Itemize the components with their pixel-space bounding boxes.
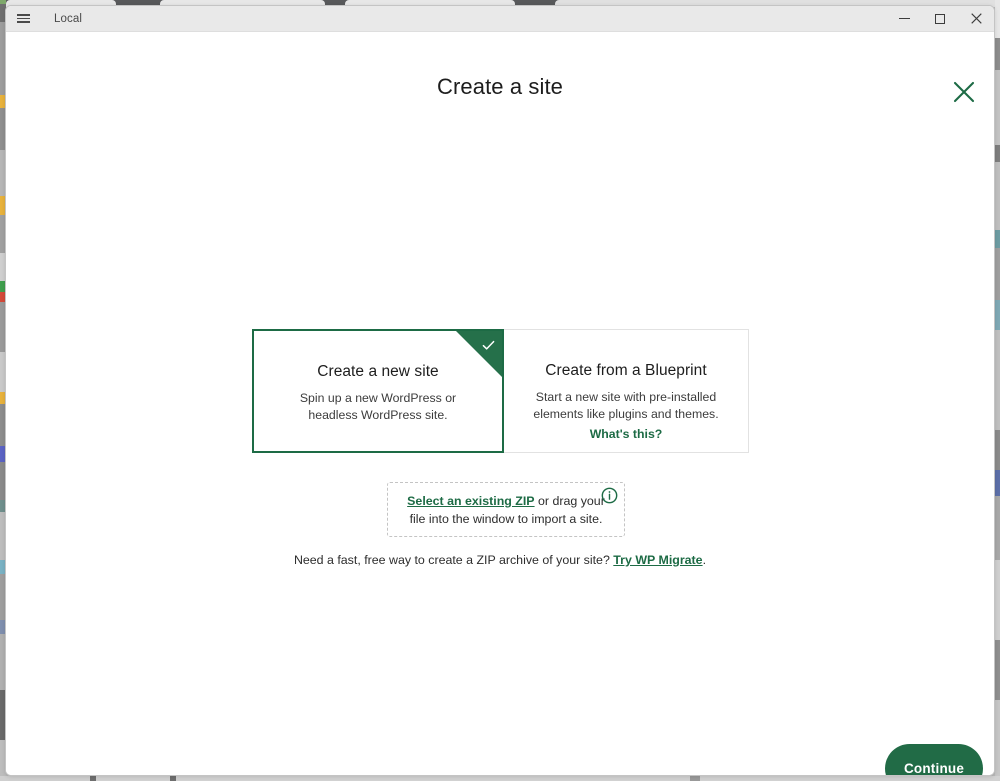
- option-card-description: Start a new site with pre-installed elem…: [533, 390, 719, 421]
- maximize-button[interactable]: [922, 6, 958, 31]
- option-card-description: Spin up a new WordPress or headless Word…: [299, 391, 457, 422]
- zip-dropzone-text: Select an existing ZIP or drag your file…: [406, 492, 606, 528]
- selected-corner-badge: [456, 331, 502, 377]
- close-modal-button[interactable]: [946, 74, 982, 110]
- create-site-modal: Create a site Create a new site Spin up …: [6, 32, 994, 775]
- close-x-icon: [970, 13, 982, 24]
- minimize-button[interactable]: [886, 6, 922, 31]
- background-window-right-edge: [995, 0, 1000, 781]
- option-card-title: Create from a Blueprint: [545, 362, 707, 379]
- wp-migrate-hint: Need a fast, free way to create a ZIP ar…: [6, 553, 994, 567]
- option-card-title: Create a new site: [317, 363, 439, 380]
- page-title: Create a site: [436, 74, 564, 99]
- site-creation-options: Create a new site Spin up a new WordPres…: [252, 329, 750, 453]
- app-title: Local: [54, 12, 82, 25]
- option-card-create-from-blueprint[interactable]: Create from a Blueprint Start a new site…: [503, 329, 749, 453]
- hamburger-bar: [16, 17, 30, 20]
- whats-this-link[interactable]: What's this?: [590, 427, 663, 441]
- hamburger-bar: [16, 20, 30, 23]
- continue-button[interactable]: Continue: [885, 744, 983, 775]
- local-app-window: Local Create a site Create a new site Sp…: [5, 5, 995, 776]
- option-card-create-new-site[interactable]: Create a new site Spin up a new WordPres…: [252, 329, 504, 453]
- wp-migrate-hint-text: Need a fast, free way to create a ZIP ar…: [293, 553, 614, 567]
- zip-dropzone[interactable]: Select an existing ZIP or drag your file…: [387, 482, 625, 537]
- close-x-icon: [953, 81, 975, 103]
- select-existing-zip-link[interactable]: Select an existing ZIP: [407, 494, 534, 508]
- titlebar: Local: [6, 6, 994, 32]
- hamburger-menu-icon[interactable]: [6, 6, 40, 31]
- background-window-bottom-edge: [0, 776, 1000, 781]
- hamburger-bar: [16, 14, 30, 17]
- try-wp-migrate-link[interactable]: Try WP Migrate: [613, 553, 702, 567]
- check-icon: [482, 340, 495, 350]
- info-circle-icon[interactable]: [601, 487, 618, 504]
- close-window-button[interactable]: [958, 6, 994, 31]
- wp-migrate-hint-period: .: [702, 553, 707, 567]
- maximize-icon: [935, 13, 945, 24]
- minimize-icon: [898, 18, 910, 19]
- window-controls: [886, 6, 994, 31]
